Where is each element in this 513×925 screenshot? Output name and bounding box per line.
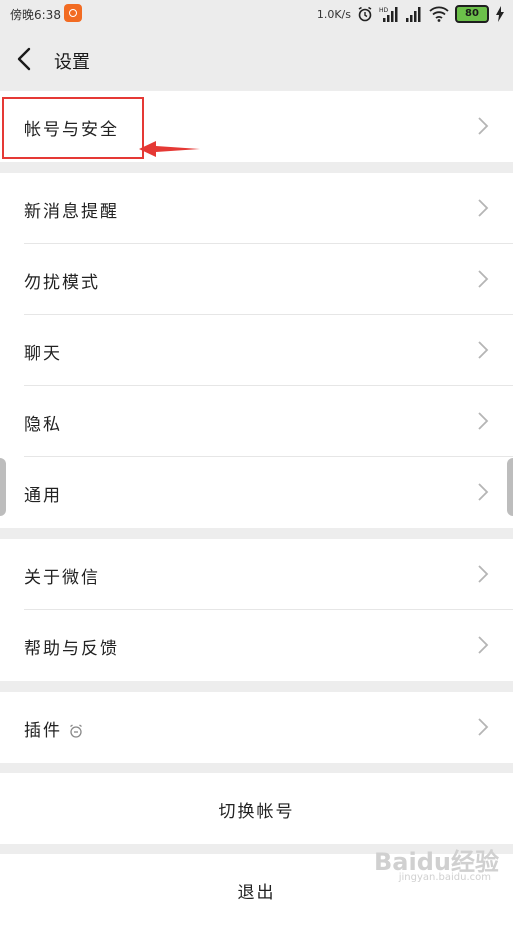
settings-group-plugins: 插件 (0, 692, 513, 763)
settings-group-switch: 切换帐号 (0, 773, 513, 844)
chevron-right-icon (478, 483, 489, 501)
settings-item-plugins[interactable]: 插件 (0, 692, 513, 763)
chevron-right-icon (478, 636, 489, 654)
settings-item-label: 关于微信 (24, 568, 100, 588)
status-time: 傍晚6:38 (10, 8, 61, 22)
svg-text:HD: HD (379, 7, 389, 14)
settings-item-label: 新消息提醒 (24, 202, 119, 222)
wifi-icon (429, 6, 449, 22)
chevron-right-icon (478, 412, 489, 430)
logout-label: 退出 (237, 883, 276, 903)
chevron-right-icon (478, 565, 489, 583)
watermark-subtext: jingyan.baidu.com (398, 872, 491, 883)
settings-item-about-wechat[interactable]: 关于微信 (0, 539, 513, 610)
chevron-right-icon (478, 718, 489, 736)
chevron-right-icon (478, 270, 489, 288)
settings-item-new-message[interactable]: 新消息提醒 (0, 173, 513, 244)
signal-icon (405, 6, 423, 22)
left-side-handle (0, 458, 6, 516)
nav-bar: 设置 (0, 28, 513, 90)
battery-indicator: 80 (455, 5, 489, 23)
settings-item-label: 插件 (24, 716, 84, 741)
settings-item-privacy[interactable]: 隐私 (0, 386, 513, 457)
settings-item-label: 隐私 (24, 415, 62, 435)
switch-account-label: 切换帐号 (218, 802, 295, 822)
settings-item-label: 通用 (24, 486, 62, 506)
plugins-label: 插件 (24, 721, 62, 741)
net-speed: 1.0K/s (316, 7, 351, 21)
settings-item-help-feedback[interactable]: 帮助与反馈 (0, 610, 513, 681)
watermark: Baidu经验 jingyan.baidu.com (343, 842, 503, 888)
chevron-right-icon (478, 117, 489, 135)
chevron-right-icon (478, 341, 489, 359)
settings-group-account: 帐号与安全 (0, 91, 513, 162)
status-indicators: 1.0K/s HD 80 (317, 3, 505, 25)
settings-item-general[interactable]: 通用 (0, 457, 513, 528)
settings-item-account-security[interactable]: 帐号与安全 (0, 91, 513, 162)
settings-item-do-not-disturb[interactable]: 勿扰模式 (0, 244, 513, 315)
page-title: 设置 (54, 52, 90, 73)
plugin-alarm-icon (70, 724, 82, 738)
alarm-icon (357, 6, 373, 22)
back-chevron-icon[interactable] (14, 46, 38, 72)
status-bar: 傍晚6:38 1.0K/s HD 80 (0, 0, 513, 28)
settings-item-label: 聊天 (24, 344, 62, 364)
settings-item-label: 帐号与安全 (24, 120, 119, 140)
switch-account-button[interactable]: 切换帐号 (0, 773, 513, 844)
app-badge-icon (64, 4, 82, 22)
settings-item-label: 勿扰模式 (24, 273, 100, 293)
right-side-handle (507, 458, 513, 516)
hd-signal-icon: HD (379, 6, 399, 22)
settings-group-general: 新消息提醒 勿扰模式 聊天 隐私 通用 (0, 173, 513, 528)
settings-item-label: 帮助与反馈 (24, 639, 119, 659)
settings-item-chat[interactable]: 聊天 (0, 315, 513, 386)
settings-group-about: 关于微信 帮助与反馈 (0, 539, 513, 681)
charging-icon (495, 6, 505, 22)
chevron-right-icon (478, 199, 489, 217)
